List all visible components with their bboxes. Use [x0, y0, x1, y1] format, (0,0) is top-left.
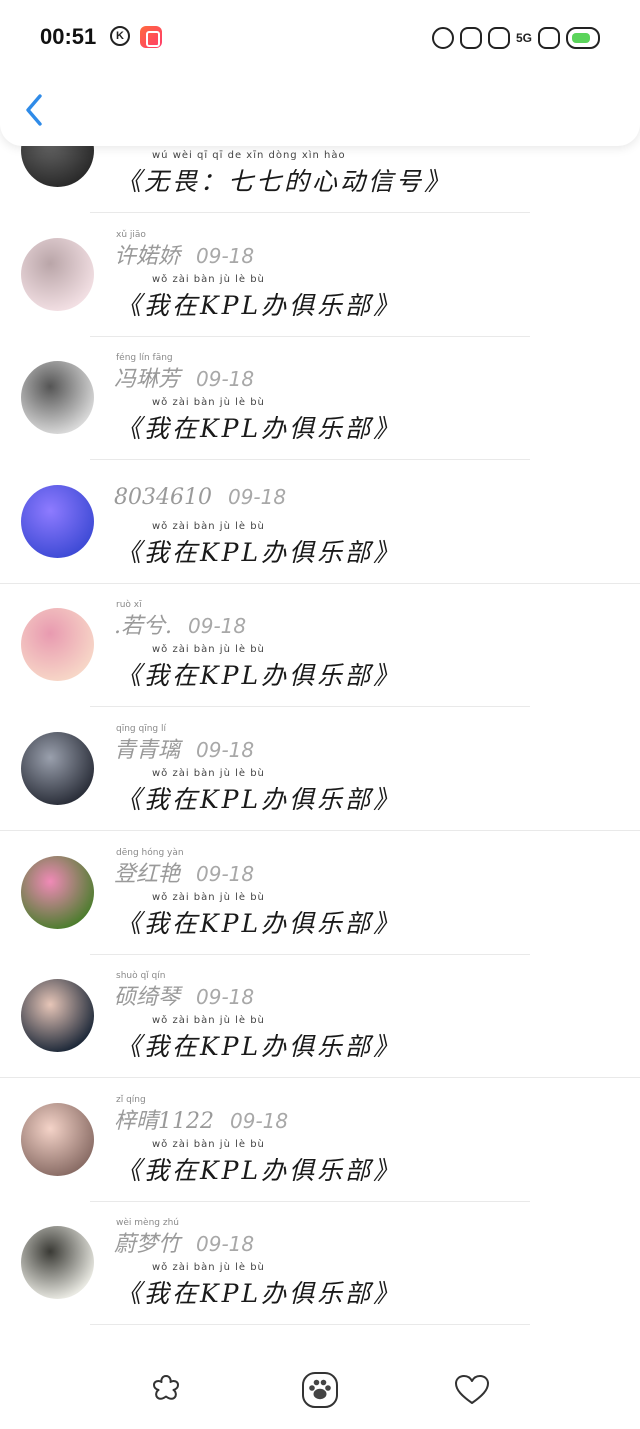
list-item[interactable]: zǐ qíng 梓晴1122 09-18 wǒ zài bàn jù lè bù 《我在…	[0, 1079, 640, 1202]
bottom-nav	[0, 1352, 640, 1429]
avatar[interactable]	[21, 732, 94, 805]
book-title: 《我在KPL办俱乐部》	[116, 661, 402, 691]
list-item[interactable]: wèi mèng zhú 蔚梦竹 09-18 wǒ zài bàn jù lè bù 《…	[0, 1202, 640, 1326]
title-pinyin: wǒ zài bàn jù lè bù	[152, 644, 265, 656]
list-item[interactable]: dēng hóng yàn 登红艳 09-18 wǒ zài bàn jù lè bù…	[0, 832, 640, 955]
status-bar: 00:51 K 5G	[0, 18, 640, 56]
item-meta: 许婼娇 09-18	[114, 238, 254, 270]
title-pinyin: wú wèi qī qī de xīn dòng xìn hào	[152, 150, 346, 161]
avatar[interactable]	[21, 1226, 94, 1300]
item-date: 09-18	[196, 367, 255, 392]
item-meta: 登红艳 09-18	[114, 856, 254, 888]
list-item[interactable]: ruò xī .若兮. 09-18 wǒ zài bàn jù lè bù 《我在KPL…	[0, 584, 640, 708]
avatar[interactable]	[21, 1102, 94, 1176]
book-title: 《我在KPL办俱乐部》	[116, 1032, 402, 1062]
list-item[interactable]: qīng qīng lí 青青璃 09-18 wǒ zài bàn jù lè bù 《…	[0, 708, 640, 831]
status-icons: 5G	[431, 26, 600, 50]
status-time: 00:51	[40, 24, 97, 49]
item-date: 09-18	[196, 243, 255, 268]
cloud-icon	[431, 27, 454, 49]
item-date: 09-18	[188, 614, 247, 639]
avatar[interactable]	[21, 979, 94, 1053]
title-pinyin: wǒ zài bàn jù lè bù	[152, 891, 265, 903]
book-title: 《我在KPL办俱乐部》	[116, 908, 402, 938]
item-date: 09-18	[196, 738, 255, 762]
app-notification-icon	[140, 26, 162, 48]
item-date: 09-18	[227, 484, 287, 509]
list-item[interactable]: shuò qǐ qín 硕绮琴 09-18 wǒ zài bàn jù lè bù 《我…	[0, 955, 640, 1079]
list-item[interactable]: xǔ jiāo 许婼娇 09-18 wǒ zài bàn jù lè bù 《我在KPL…	[0, 214, 640, 337]
item-date: 09-18	[196, 861, 255, 886]
title-pinyin: wǒ zài bàn jù lè bù	[152, 768, 265, 779]
user-name: 青青璃	[114, 738, 181, 763]
network-label: 5G	[515, 31, 532, 45]
item-meta: 硕绮琴 09-18	[114, 979, 254, 1011]
item-meta: 梓晴1122 09-18	[114, 1103, 288, 1135]
title-pinyin: wǒ zài bàn jù lè bù	[152, 397, 265, 409]
item-meta: .若兮. 09-18	[114, 608, 246, 640]
avatar[interactable]	[21, 855, 94, 929]
title-pinyin: wǒ zài bàn jù lè bù	[152, 1262, 265, 1274]
user-name: 登红艳	[114, 861, 181, 887]
user-name: 8034610	[114, 484, 212, 510]
book-title: 《我在KPL办俱乐部》	[116, 1155, 402, 1185]
avatar[interactable]	[21, 608, 94, 682]
avatar[interactable]	[21, 237, 94, 311]
paw-icon[interactable]	[300, 1370, 340, 1410]
back-icon[interactable]	[20, 92, 50, 128]
user-name: 蔚梦竹	[114, 1232, 181, 1258]
book-title: 《我在KPL办俱乐部》	[116, 414, 402, 444]
flower-icon[interactable]	[146, 1370, 186, 1410]
avatar[interactable]	[21, 361, 94, 435]
user-name: 梓晴1122	[114, 1108, 214, 1134]
user-name: .若兮.	[114, 614, 172, 640]
signal-icon	[538, 27, 560, 49]
book-title: 《我在KPL办俱乐部》	[116, 537, 402, 567]
title-pinyin: wǒ zài bàn jù lè bù	[152, 273, 265, 285]
bunny-icon	[459, 27, 482, 49]
user-name: 硕绮琴	[114, 985, 181, 1011]
item-meta: 青青璃 09-18	[114, 732, 254, 764]
heart-icon[interactable]	[452, 1370, 492, 1410]
page: 00:51 K 5G 一只琉盈09-18wú wèi qī qī de xīn …	[0, 0, 640, 1429]
item-date: 09-18	[230, 1108, 289, 1133]
top-bar: 00:51 K 5G	[0, 0, 640, 146]
k-badge-icon: K	[110, 26, 130, 46]
list-item[interactable]: 8034610 09-18 wǒ zài bàn jù lè bù 《我在KPL办俱乐…	[0, 461, 640, 584]
book-title: 《无畏：七七的心动信号》	[116, 167, 453, 196]
book-title: 《我在KPL办俱乐部》	[116, 1279, 402, 1309]
item-date: 09-18	[196, 1232, 255, 1257]
book-title: 《我在KPL办俱乐部》	[116, 290, 402, 320]
book-title: 《我在KPL办俱乐部》	[116, 785, 402, 814]
cat-icon	[487, 27, 510, 49]
item-meta: 蔚梦竹 09-18	[114, 1226, 254, 1258]
user-name: 冯琳芳	[114, 367, 181, 393]
item-meta: 8034610 09-18	[114, 485, 286, 510]
battery-icon	[566, 27, 600, 49]
list-item[interactable]: féng lín fāng 冯琳芳 09-18 wǒ zài bàn jù lè bù…	[0, 337, 640, 461]
row-divider	[90, 1324, 530, 1326]
user-name: 许婼娇	[114, 243, 181, 269]
avatar[interactable]	[21, 484, 94, 558]
title-pinyin: wǒ zài bàn jù lè bù	[152, 1138, 265, 1150]
title-pinyin: wǒ zài bàn jù lè bù	[152, 1015, 265, 1027]
title-pinyin: wǒ zài bàn jù lè bù	[152, 520, 265, 532]
item-meta: 冯琳芳 09-18	[114, 361, 254, 393]
item-date: 09-18	[196, 985, 255, 1010]
